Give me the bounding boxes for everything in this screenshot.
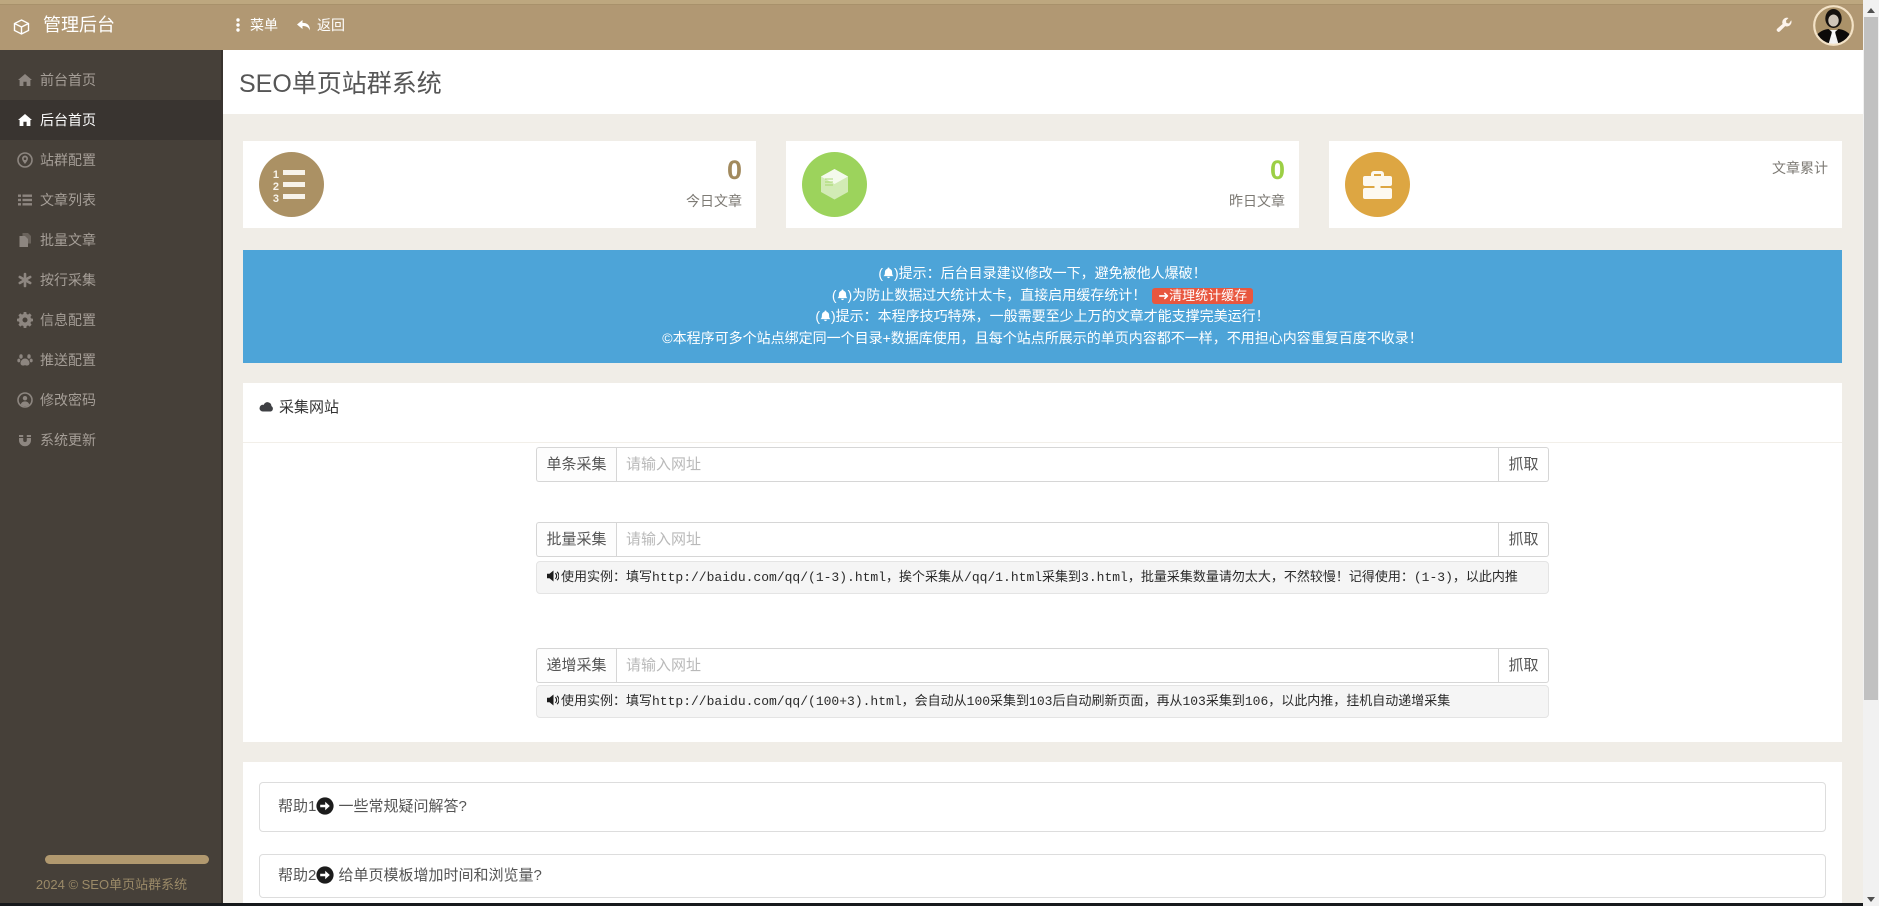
svg-text:2: 2 <box>273 181 279 193</box>
svg-text:3: 3 <box>273 193 279 205</box>
svg-text:1: 1 <box>273 169 279 181</box>
